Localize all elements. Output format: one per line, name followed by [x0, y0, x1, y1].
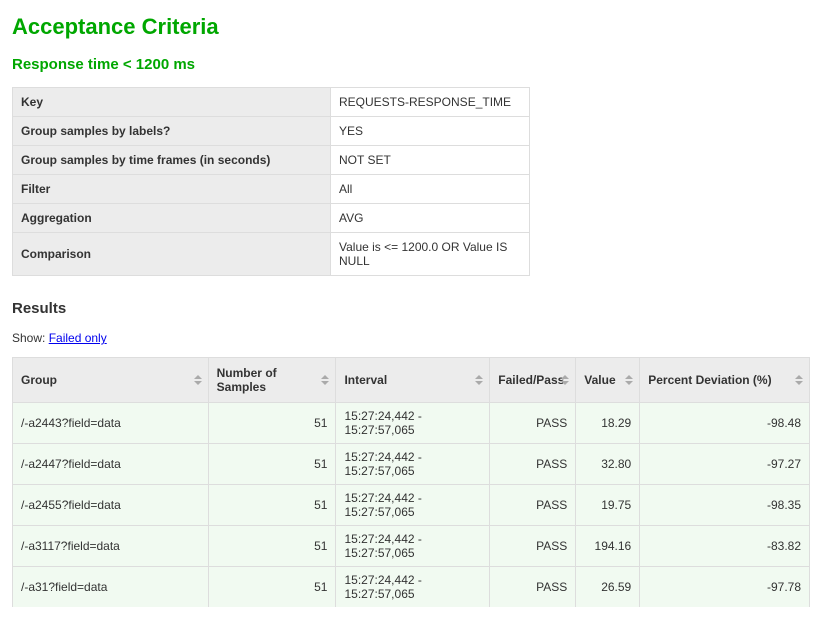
sort-icon[interactable]	[194, 374, 202, 386]
cell-group: /-a2455?field=data	[13, 485, 209, 526]
criteria-subtitle: Response time < 1200 ms	[12, 56, 816, 73]
cell-samples: 51	[208, 567, 336, 608]
cell-failed-pass: PASS	[490, 444, 576, 485]
col-header-value[interactable]: Value	[576, 358, 640, 403]
table-row: /-a2455?field=data 51 15:27:24,442 - 15:…	[13, 485, 810, 526]
cell-deviation: -98.48	[640, 403, 810, 444]
show-filter-line: Show: Failed only	[12, 331, 816, 345]
table-row: /-a3117?field=data 51 15:27:24,442 - 15:…	[13, 526, 810, 567]
cell-value: 18.29	[576, 403, 640, 444]
criteria-value: All	[331, 175, 530, 204]
cell-group: /-a31?field=data	[13, 567, 209, 608]
col-header-label: Percent Deviation (%)	[648, 373, 771, 387]
criteria-value: YES	[331, 117, 530, 146]
col-header-label: Interval	[344, 373, 387, 387]
col-header-group[interactable]: Group	[13, 358, 209, 403]
cell-interval: 15:27:24,442 - 15:27:57,065	[336, 403, 490, 444]
cell-interval: 15:27:24,442 - 15:27:57,065	[336, 485, 490, 526]
cell-samples: 51	[208, 526, 336, 567]
cell-value: 19.75	[576, 485, 640, 526]
cell-interval: 15:27:24,442 - 15:27:57,065	[336, 444, 490, 485]
criteria-key: Aggregation	[13, 204, 331, 233]
cell-failed-pass: PASS	[490, 526, 576, 567]
sort-icon[interactable]	[321, 374, 329, 386]
col-header-interval[interactable]: Interval	[336, 358, 490, 403]
sort-icon[interactable]	[625, 374, 633, 386]
criteria-key: Group samples by time frames (in seconds…	[13, 146, 331, 175]
criteria-row: Group samples by time frames (in seconds…	[13, 146, 530, 175]
cell-interval: 15:27:24,442 - 15:27:57,065	[336, 526, 490, 567]
col-header-failed-pass[interactable]: Failed/Pass	[490, 358, 576, 403]
cell-group: /-a2447?field=data	[13, 444, 209, 485]
page-title: Acceptance Criteria	[12, 14, 816, 40]
results-heading: Results	[12, 300, 816, 317]
cell-samples: 51	[208, 444, 336, 485]
cell-value: 194.16	[576, 526, 640, 567]
criteria-value: Value is <= 1200.0 OR Value IS NULL	[331, 233, 530, 276]
cell-failed-pass: PASS	[490, 567, 576, 608]
cell-failed-pass: PASS	[490, 485, 576, 526]
criteria-row: Key REQUESTS-RESPONSE_TIME	[13, 88, 530, 117]
col-header-label: Value	[584, 373, 615, 387]
sort-icon[interactable]	[561, 374, 569, 386]
col-header-label: Failed/Pass	[498, 373, 564, 387]
cell-deviation: -97.78	[640, 567, 810, 608]
col-header-label: Group	[21, 373, 57, 387]
col-header-samples[interactable]: Number of Samples	[208, 358, 336, 403]
criteria-key: Group samples by labels?	[13, 117, 331, 146]
criteria-row: Comparison Value is <= 1200.0 OR Value I…	[13, 233, 530, 276]
cell-value: 32.80	[576, 444, 640, 485]
col-header-deviation[interactable]: Percent Deviation (%)	[640, 358, 810, 403]
cell-samples: 51	[208, 403, 336, 444]
sort-icon[interactable]	[795, 374, 803, 386]
show-failed-only-link[interactable]: Failed only	[49, 331, 107, 345]
table-row: /-a2447?field=data 51 15:27:24,442 - 15:…	[13, 444, 810, 485]
cell-failed-pass: PASS	[490, 403, 576, 444]
criteria-row: Group samples by labels? YES	[13, 117, 530, 146]
criteria-key: Comparison	[13, 233, 331, 276]
criteria-key: Filter	[13, 175, 331, 204]
table-row: /-a2443?field=data 51 15:27:24,442 - 15:…	[13, 403, 810, 444]
cell-samples: 51	[208, 485, 336, 526]
results-table: Group Number of Samples Interval Failed/…	[12, 357, 810, 607]
cell-interval: 15:27:24,442 - 15:27:57,065	[336, 567, 490, 608]
cell-group: /-a3117?field=data	[13, 526, 209, 567]
criteria-table: Key REQUESTS-RESPONSE_TIME Group samples…	[12, 87, 530, 276]
criteria-value: AVG	[331, 204, 530, 233]
criteria-value: REQUESTS-RESPONSE_TIME	[331, 88, 530, 117]
cell-value: 26.59	[576, 567, 640, 608]
cell-deviation: -98.35	[640, 485, 810, 526]
criteria-value: NOT SET	[331, 146, 530, 175]
cell-deviation: -83.82	[640, 526, 810, 567]
criteria-row: Aggregation AVG	[13, 204, 530, 233]
show-label: Show:	[12, 331, 49, 345]
cell-group: /-a2443?field=data	[13, 403, 209, 444]
col-header-label: Number of Samples	[217, 366, 277, 394]
table-row: /-a31?field=data 51 15:27:24,442 - 15:27…	[13, 567, 810, 608]
criteria-key: Key	[13, 88, 331, 117]
sort-icon[interactable]	[475, 374, 483, 386]
criteria-row: Filter All	[13, 175, 530, 204]
cell-deviation: -97.27	[640, 444, 810, 485]
